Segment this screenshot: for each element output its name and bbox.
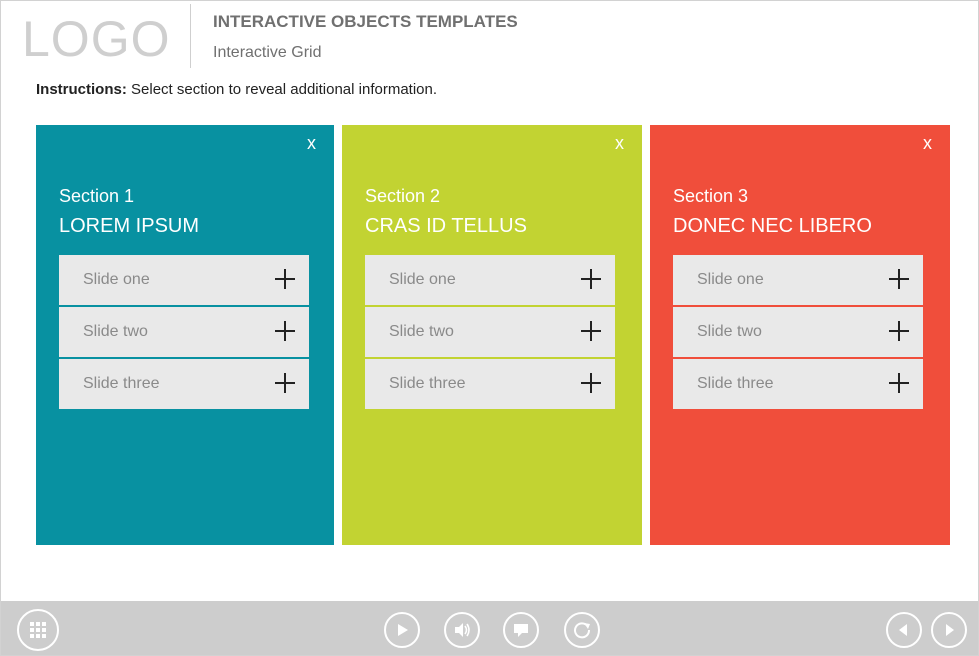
close-button[interactable]: x <box>923 133 932 154</box>
menu-button[interactable] <box>17 609 59 651</box>
player-controls-bar <box>1 601 978 655</box>
captions-button[interactable] <box>503 612 539 648</box>
replay-button[interactable] <box>564 612 600 648</box>
slide-label: Slide one <box>697 271 764 288</box>
section-title: LOREM IPSUM <box>59 215 200 237</box>
menu-grid-icon <box>30 622 46 638</box>
slide-label: Slide two <box>389 323 454 340</box>
slide-item[interactable]: Slide two <box>365 307 615 357</box>
header-divider <box>190 4 191 68</box>
slide-item[interactable]: Slide two <box>59 307 309 357</box>
plus-icon[interactable] <box>275 373 295 393</box>
play-icon <box>398 624 408 636</box>
slide-list: Slide one Slide two Slide three <box>673 255 923 411</box>
logo: LOGO <box>22 11 171 67</box>
section-title: DONEC NEC LIBERO <box>673 215 872 237</box>
slide-item[interactable]: Slide one <box>673 255 923 305</box>
slide-item[interactable]: Slide three <box>59 359 309 409</box>
instructions: Instructions: Select section to reveal a… <box>36 81 437 98</box>
play-button[interactable] <box>384 612 420 648</box>
slide-label: Slide two <box>83 323 148 340</box>
next-button[interactable] <box>931 612 967 648</box>
plus-icon[interactable] <box>581 269 601 289</box>
slide-label: Slide one <box>389 271 456 288</box>
volume-button[interactable] <box>444 612 480 648</box>
slide-label: Slide one <box>83 271 150 288</box>
instructions-label: Instructions: <box>36 81 127 98</box>
slide-label: Slide three <box>697 375 774 392</box>
plus-icon[interactable] <box>889 269 909 289</box>
plus-icon[interactable] <box>581 321 601 341</box>
next-icon <box>946 624 954 636</box>
slide-label: Slide three <box>83 375 160 392</box>
slide-item[interactable]: Slide three <box>673 359 923 409</box>
slide-label: Slide three <box>389 375 466 392</box>
close-button[interactable]: x <box>307 133 316 154</box>
section-number: Section 2 <box>365 186 441 206</box>
slide-item[interactable]: Slide one <box>365 255 615 305</box>
section-title: CRAS ID TELLUS <box>365 215 527 237</box>
section-number: Section 1 <box>59 186 135 206</box>
replay-icon <box>574 622 591 639</box>
slide-item[interactable]: Slide one <box>59 255 309 305</box>
plus-icon[interactable] <box>889 321 909 341</box>
section-panel-1[interactable]: x Section 1 LOREM IPSUM Slide one Slide … <box>36 125 334 545</box>
section-panel-2[interactable]: x Section 2 CRAS ID TELLUS Slide one Sli… <box>342 125 642 545</box>
section-panel-3[interactable]: x Section 3 DONEC NEC LIBERO Slide one S… <box>650 125 950 545</box>
slide-list: Slide one Slide two Slide three <box>365 255 615 411</box>
plus-icon[interactable] <box>275 321 295 341</box>
section-number: Section 3 <box>673 186 749 206</box>
page-subtitle: Interactive Grid <box>213 44 322 61</box>
slide-label: Slide two <box>697 323 762 340</box>
slide-item[interactable]: Slide three <box>365 359 615 409</box>
captions-icon <box>514 624 528 637</box>
close-button[interactable]: x <box>615 133 624 154</box>
plus-icon[interactable] <box>275 269 295 289</box>
slide-list: Slide one Slide two Slide three <box>59 255 309 411</box>
page-title: INTERACTIVE OBJECTS TEMPLATES <box>213 12 518 31</box>
plus-icon[interactable] <box>889 373 909 393</box>
volume-icon <box>455 623 470 637</box>
previous-icon <box>899 624 907 636</box>
plus-icon[interactable] <box>581 373 601 393</box>
instructions-text: Select section to reveal additional info… <box>126 81 438 98</box>
previous-button[interactable] <box>886 612 922 648</box>
slide-item[interactable]: Slide two <box>673 307 923 357</box>
